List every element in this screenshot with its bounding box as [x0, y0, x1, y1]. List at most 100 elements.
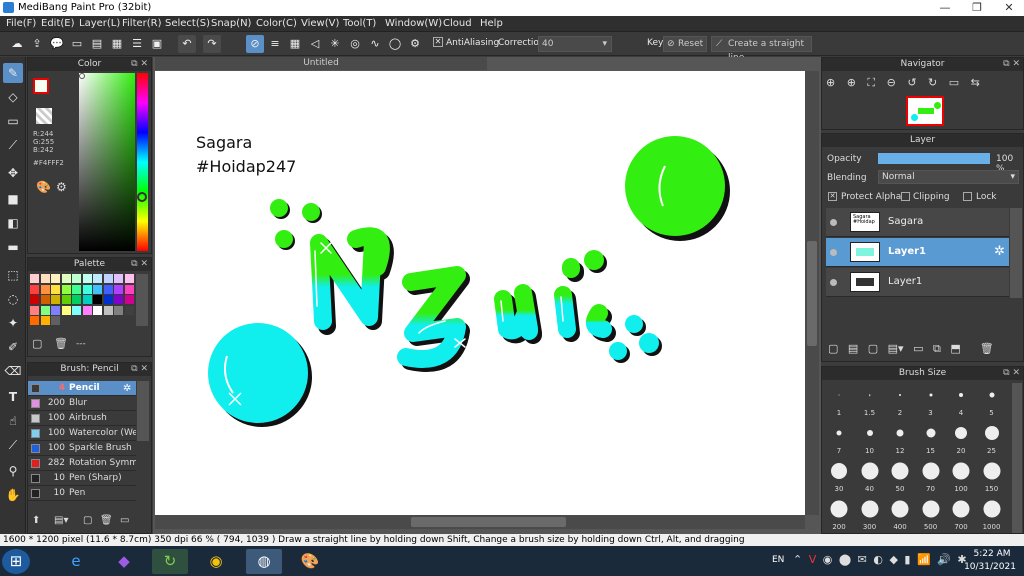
brush-size-option[interactable]: 25: [977, 421, 1007, 457]
brush-item[interactable]: 282 Rotation Symme: [28, 456, 136, 471]
select-rect-tool-icon[interactable]: ⬚: [3, 265, 23, 285]
curve-snap-icon[interactable]: ∿: [366, 35, 384, 53]
palette-swatch[interactable]: [103, 305, 113, 315]
lock-checkbox[interactable]: [963, 192, 972, 201]
blending-select[interactable]: Normal ▾: [878, 170, 1019, 184]
brush-size-option[interactable]: 150: [977, 459, 1007, 495]
palette-swatch[interactable]: [93, 295, 102, 304]
palette-swatch[interactable]: [40, 305, 50, 315]
menu-edit[interactable]: Edit(E): [41, 18, 75, 29]
brush-item[interactable]: 100 Airbrush: [28, 411, 136, 426]
select-pen-tool-icon[interactable]: ✐: [3, 337, 23, 357]
ellipse-snap-icon[interactable]: ◯: [386, 35, 404, 53]
palette-swatch[interactable]: [61, 305, 71, 315]
lasso-tool-icon[interactable]: ◌: [3, 289, 23, 309]
brush-folder-icon[interactable]: ▭: [120, 515, 129, 526]
menu-tool[interactable]: Tool(T): [343, 18, 376, 29]
grid-snap-icon[interactable]: ▦: [286, 35, 304, 53]
brush-size-option[interactable]: 5: [977, 383, 1007, 419]
palette-swatch[interactable]: [51, 316, 60, 325]
internet-explorer-icon[interactable]: e: [58, 549, 94, 574]
palette-scrollbar[interactable]: [136, 274, 148, 326]
canvas-tab[interactable]: Untitled: [155, 57, 487, 70]
drawing-canvas[interactable]: Sagara #Hoidap247: [155, 71, 805, 515]
brush-size-option[interactable]: 100: [946, 459, 976, 495]
palette-swatch[interactable]: [61, 295, 71, 304]
panel-close-icon[interactable]: ⧉ ✕: [131, 58, 148, 71]
palette-swatch[interactable]: [30, 316, 39, 325]
menu-layer[interactable]: Layer(L): [79, 18, 120, 29]
menu-color[interactable]: Color(C): [256, 18, 297, 29]
radial-snap-icon[interactable]: ✳: [326, 35, 344, 53]
image-icon[interactable]: ▣: [148, 35, 166, 53]
palette-swatch[interactable]: [124, 305, 134, 315]
palette-swatch[interactable]: [114, 284, 123, 294]
rectangle-tool-icon[interactable]: ▭: [3, 111, 23, 131]
brush-trash-icon[interactable]: 🗑: [100, 515, 113, 526]
foreground-color-swatch[interactable]: [33, 78, 49, 94]
panel-close-icon[interactable]: ⧉ ✕: [1003, 367, 1020, 380]
brush-size-option[interactable]: 700: [946, 497, 976, 533]
create-straight-line-button[interactable]: ⟋Create a straight line: [711, 36, 812, 63]
grid-settings-icon[interactable]: ▦: [108, 35, 126, 53]
eyedropper-tool-icon[interactable]: ⚲: [3, 461, 23, 481]
brush-size-option[interactable]: 12: [885, 421, 915, 457]
panel-close-icon[interactable]: ⧉ ✕: [1003, 58, 1020, 71]
palette-swatch[interactable]: [124, 295, 134, 304]
chrome-icon[interactable]: ◉: [198, 549, 234, 574]
palette-swatch[interactable]: [93, 305, 102, 315]
palette-swatch[interactable]: [114, 295, 123, 304]
close-button[interactable]: ✕: [994, 0, 1024, 16]
navigator-thumbnail[interactable]: [906, 96, 944, 126]
palette-swatch[interactable]: [51, 284, 60, 294]
color-palette-icon[interactable]: 🎨: [36, 180, 51, 194]
clipping-checkbox[interactable]: [901, 192, 910, 201]
line-tool-icon[interactable]: ⟋: [3, 135, 23, 155]
concentric-snap-icon[interactable]: ◎: [346, 35, 364, 53]
brush-copy-icon[interactable]: ▢: [83, 515, 92, 526]
brush-size-option[interactable]: 4: [946, 383, 976, 419]
palette-swatch[interactable]: [103, 284, 113, 294]
menu-snap[interactable]: Snap(N): [211, 18, 251, 29]
saturation-value-picker[interactable]: [79, 73, 135, 251]
palette-swatch[interactable]: [30, 274, 39, 283]
brush-item[interactable]: 200 Blur: [28, 396, 136, 411]
select-eraser-tool-icon[interactable]: ⌫: [3, 361, 23, 381]
opacity-slider[interactable]: [878, 153, 990, 164]
eraser-tool-icon[interactable]: ◇: [3, 87, 23, 107]
brush-item[interactable]: 100 Sparkle Brush: [28, 441, 136, 456]
palette-swatch[interactable]: [103, 274, 113, 283]
brush-size-option[interactable]: 400: [885, 497, 915, 533]
palette-swatch[interactable]: [61, 284, 71, 294]
palette-swatch[interactable]: [103, 295, 113, 304]
layer-actions[interactable]: ▢ ▤ ▢ ▤▾ ▭ ⧉ ⬒ 🗑: [828, 342, 994, 356]
new-palette-icon[interactable]: ▢: [32, 337, 42, 350]
snap-settings-icon[interactable]: ⚙: [406, 35, 424, 53]
layer-visibility-icon[interactable]: [830, 279, 837, 286]
menu-view[interactable]: View(V): [301, 18, 339, 29]
app-green-icon[interactable]: ↻: [152, 549, 188, 574]
paint-icon[interactable]: 🎨: [292, 549, 328, 574]
panel-close-icon[interactable]: ⧉ ✕: [131, 258, 148, 271]
gradient-tool-icon[interactable]: ▬: [3, 237, 23, 257]
brush-size-option[interactable]: 70: [916, 459, 946, 495]
layer-scrollbar[interactable]: [1010, 208, 1022, 298]
palette-swatch[interactable]: [40, 316, 50, 325]
menu-file[interactable]: File(F): [6, 18, 36, 29]
divide-tool-icon[interactable]: ⟋: [3, 435, 23, 455]
brush-item[interactable]: 10 Pen: [28, 486, 136, 501]
cloud-icon[interactable]: ☁: [8, 35, 26, 53]
palette-swatch[interactable]: [51, 274, 60, 283]
layer-row[interactable]: Sagara #Hoidap Sagara: [826, 208, 1009, 237]
brush-size-option[interactable]: 50: [885, 459, 915, 495]
fill-rect-tool-icon[interactable]: ■: [3, 189, 23, 209]
palette-swatch[interactable]: [124, 284, 134, 294]
palette-swatch[interactable]: [30, 284, 39, 294]
operation-tool-icon[interactable]: ☝: [3, 411, 23, 431]
palette-swatch[interactable]: [30, 305, 39, 315]
menu-help[interactable]: Help: [480, 18, 503, 29]
layer-visibility-icon[interactable]: [830, 219, 837, 226]
sv-cursor[interactable]: [79, 73, 85, 79]
brush-size-option[interactable]: 20: [946, 421, 976, 457]
brush-size-option[interactable]: 200: [824, 497, 854, 533]
